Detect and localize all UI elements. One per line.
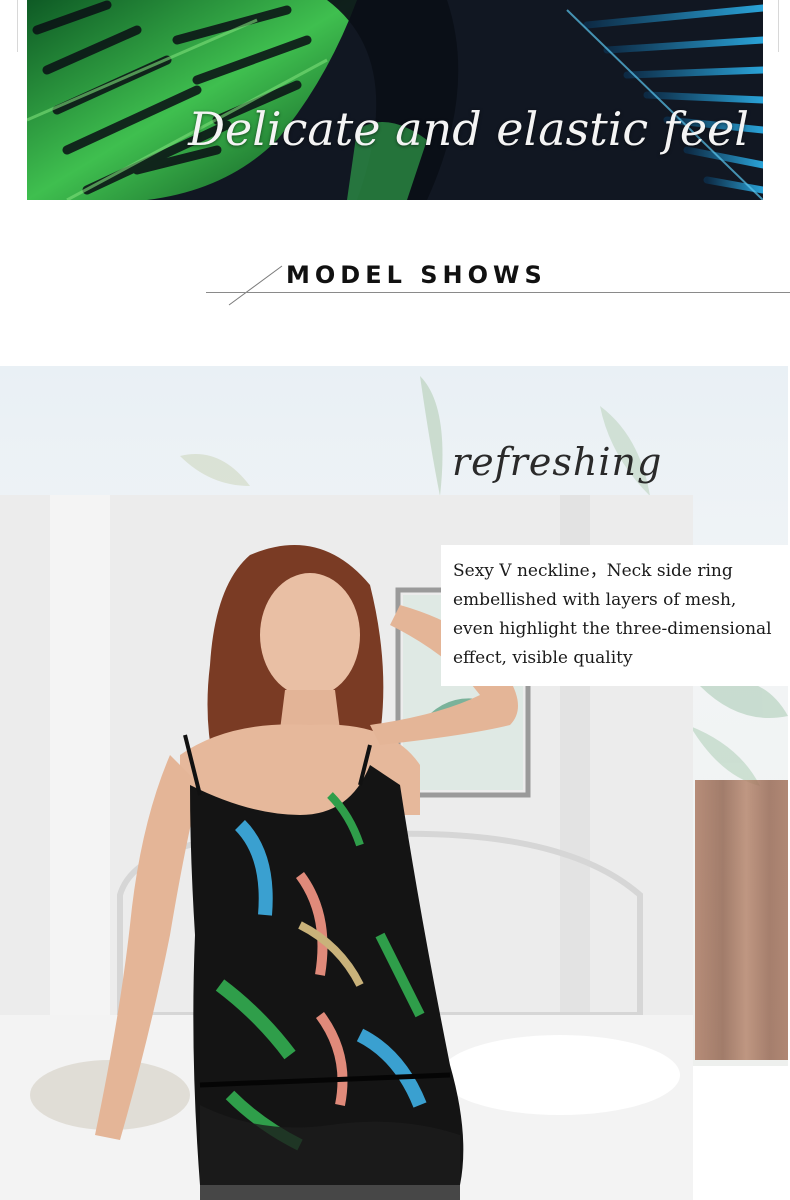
section-header: MODEL SHOWS	[0, 255, 790, 315]
frame-line-right	[778, 0, 779, 52]
section-title: MODEL SHOWS	[286, 261, 547, 289]
wood-panel-image	[695, 780, 788, 1060]
fabric-banner-image: Delicate and elastic feel	[27, 0, 763, 200]
section-slash-decoration	[228, 265, 283, 306]
description-line: even highlight the three-dimensional	[453, 619, 772, 639]
product-detail-page: Delicate and elastic feel MODEL SHOWS re…	[0, 0, 790, 1200]
script-headline: refreshing	[452, 440, 663, 484]
description-line: effect, visible quality	[453, 648, 633, 668]
section-divider	[206, 292, 790, 293]
frame-line-left	[17, 0, 18, 52]
description-line: Sexy V neckline，Neck side ring	[453, 561, 733, 581]
description-box: Sexy V neckline，Neck side ring embellish…	[441, 545, 790, 686]
description-line: embellished with layers of mesh,	[453, 590, 737, 610]
banner-caption: Delicate and elastic feel	[188, 102, 749, 156]
fabric-texture-graphic	[27, 0, 763, 200]
